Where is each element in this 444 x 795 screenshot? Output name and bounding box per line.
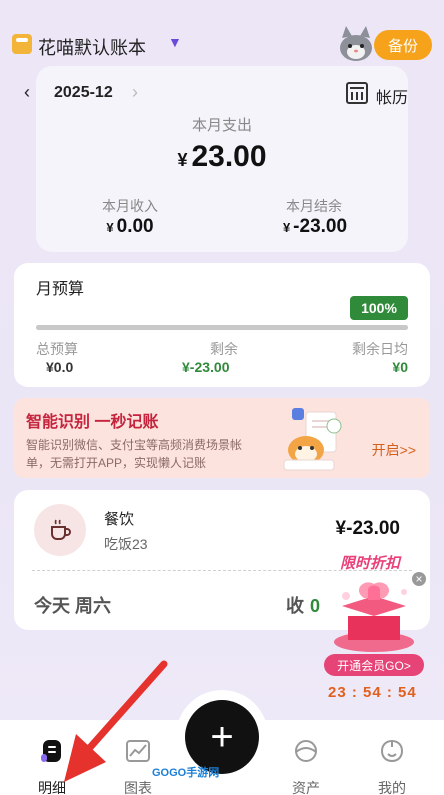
- budget-percent-badge: 100%: [350, 296, 408, 320]
- month-balance-value: -23.00: [293, 216, 348, 237]
- remaining-label: 剩余: [210, 341, 238, 357]
- nav-label-profile: 我的: [378, 780, 406, 795]
- budget-card[interactable]: 月预算 100% 总预算 ¥0.0 剩余 ¥-23.00 剩余日均 ¥0: [14, 263, 430, 387]
- ledger-book-title[interactable]: 花喵默认账本: [38, 34, 146, 60]
- month-selector[interactable]: 2025-12: [54, 84, 113, 102]
- month-balance-label: 本月结余: [286, 198, 342, 214]
- promo-open-button[interactable]: 开启>>: [372, 440, 416, 460]
- category-icon-wrap: [34, 504, 86, 556]
- day-income-label: 收: [286, 596, 304, 616]
- currency-symbol: ¥: [106, 220, 114, 235]
- prev-month-chevron-icon[interactable]: ‹: [24, 82, 30, 103]
- day-label: 今天 周六: [34, 596, 112, 616]
- cat-receipt-illustration-icon: [283, 408, 342, 471]
- offer-title: 限时折扣: [340, 555, 401, 572]
- promo-description: 智能识别微信、支付宝等高频消费场景帐单，无需打开APP，实现懒人记账: [26, 438, 243, 470]
- offer-countdown-timer: 23 : 54 : 54: [328, 684, 417, 701]
- nav-item-detail[interactable]: 明细: [8, 720, 96, 795]
- nav-item-profile[interactable]: 我的: [348, 720, 436, 795]
- cat-mascot-icon: [340, 26, 372, 61]
- month-expense-label: 本月支出: [191, 117, 252, 134]
- coffee-cup-icon: [51, 519, 71, 540]
- nav-item-assets[interactable]: 资产: [262, 720, 350, 795]
- daily-remaining-label: 剩余日均: [352, 341, 408, 357]
- budget-progress-bar: [36, 325, 408, 330]
- backup-area[interactable]: 备份: [334, 26, 432, 62]
- month-balance-amount: ¥ -23.00: [260, 216, 370, 238]
- gift-box-icon: [334, 582, 414, 652]
- profile-icon: [380, 739, 404, 763]
- month-expense-value: 23.00: [191, 140, 267, 173]
- detail-icon: [41, 740, 61, 762]
- smart-recognition-banner[interactable]: 智能识别 一秒记账 智能识别微信、支付宝等高频消费场景帐单，无需打开APP，实现…: [14, 398, 430, 478]
- nav-item-chart[interactable]: 图表: [94, 720, 182, 795]
- currency-symbol: ¥: [177, 150, 188, 170]
- budget-title: 月预算: [36, 281, 85, 298]
- transaction-category[interactable]: 餐饮: [104, 508, 134, 529]
- chart-icon: [126, 740, 150, 762]
- remaining-value: ¥-23.00: [182, 359, 230, 375]
- site-watermark: GOGO手游网: [152, 767, 220, 779]
- limited-offer-popup[interactable]: 限时折扣 × 开通会员GO> 23 : 54 : 54: [318, 552, 428, 702]
- nav-label-detail: 明细: [38, 780, 66, 795]
- header: 花喵默认账本 ▼ 备份: [12, 26, 432, 64]
- month-income-value: 0.00: [116, 216, 154, 237]
- backup-button[interactable]: 备份: [374, 30, 432, 60]
- nav-label-assets: 资产: [292, 780, 320, 795]
- assets-icon: [295, 740, 317, 762]
- ledger-book-icon[interactable]: [12, 34, 32, 54]
- transaction-note[interactable]: 吃饭23: [104, 534, 148, 554]
- next-month-chevron-icon[interactable]: ›: [132, 82, 138, 103]
- budget-progress-fill: [36, 325, 408, 330]
- become-member-button[interactable]: 开通会员GO>: [324, 654, 424, 676]
- ledger-calendar-button[interactable]: 帐历: [376, 84, 408, 108]
- month-expense-amount: ¥23.00: [0, 140, 444, 174]
- day-income: 收0: [286, 592, 320, 618]
- calendar-icon[interactable]: [346, 82, 368, 104]
- month-income-amount: ¥0.00: [80, 216, 180, 238]
- total-budget-value: ¥0.0: [46, 359, 74, 375]
- chevron-down-icon[interactable]: ▼: [168, 34, 182, 50]
- daily-remaining-value: ¥0: [392, 359, 408, 375]
- transaction-amount[interactable]: ¥-23.00: [336, 518, 400, 540]
- plus-icon: +: [210, 714, 234, 759]
- total-budget-label: 总预算: [36, 341, 78, 357]
- month-income-label: 本月收入: [102, 198, 158, 214]
- currency-symbol: ¥: [282, 220, 291, 235]
- promo-title: 智能识别 一秒记账: [26, 414, 159, 431]
